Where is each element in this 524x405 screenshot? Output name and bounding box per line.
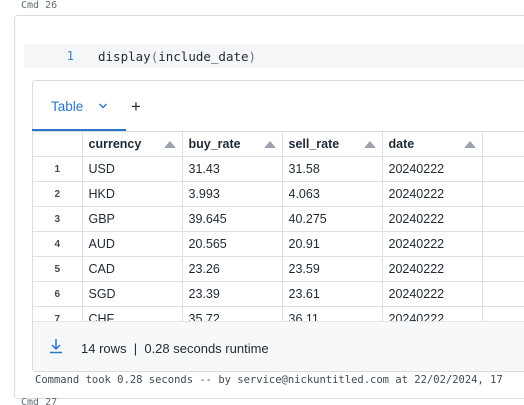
code-line[interactable]: display(include_date) — [98, 49, 256, 64]
table-header-row: currency buy_rate sell_rate date — [33, 132, 524, 157]
table-row[interactable]: 2 HKD 3.993 4.063 20240222 — [33, 181, 524, 207]
cell-label: Cmd 26 — [21, 0, 58, 11]
table-cell-currency[interactable]: USD — [82, 156, 183, 182]
results-table[interactable]: currency buy_rate sell_rate date 1 USD 31.… — [33, 131, 524, 322]
table-cell-currency[interactable]: GBP — [82, 206, 183, 232]
column-header-label: buy_rate — [188, 137, 241, 151]
table-cell-currency[interactable]: CAD — [82, 256, 183, 282]
table-row[interactable]: 1 USD 31.43 31.58 20240222 — [33, 156, 524, 182]
row-filler — [482, 256, 524, 282]
table-cell-currency[interactable]: HKD — [82, 181, 183, 207]
command-status: Command took 0.28 seconds -- by service@… — [35, 374, 503, 386]
row-index: 2 — [33, 181, 83, 207]
table-row[interactable]: 6 SGD 23.39 23.61 20240222 — [33, 281, 524, 307]
row-filler — [482, 206, 524, 232]
table-cell-buy-rate[interactable]: 39.645 — [182, 206, 283, 232]
row-count-runtime: 14 rows | 0.28 seconds runtime — [81, 341, 269, 356]
table-row[interactable]: 7 CHF 35.72 36.11 20240222 — [33, 306, 524, 322]
table-cell-date[interactable]: 20240222 — [382, 156, 483, 182]
table-cell-sell-rate[interactable]: 31.58 — [282, 156, 383, 182]
row-filler — [482, 306, 524, 322]
row-index: 5 — [33, 256, 83, 282]
line-number: 1 — [66, 49, 74, 63]
row-filler — [482, 156, 524, 182]
table-cell-sell-rate[interactable]: 4.063 — [282, 181, 383, 207]
column-header-buy-rate[interactable]: buy_rate — [182, 132, 283, 157]
table-row[interactable]: 3 GBP 39.645 40.275 20240222 — [33, 206, 524, 232]
output-footer: 14 rows | 0.28 seconds runtime — [33, 321, 524, 371]
download-icon[interactable] — [49, 338, 63, 354]
column-header-label: currency — [88, 137, 142, 151]
row-filler — [482, 281, 524, 307]
table-cell-date[interactable]: 20240222 — [382, 306, 483, 322]
chevron-down-icon[interactable] — [98, 101, 108, 111]
table-cell-date[interactable]: 20240222 — [382, 231, 483, 257]
table-cell-buy-rate[interactable]: 3.993 — [182, 181, 283, 207]
code-argument: include_date — [158, 49, 249, 64]
tab-table-label: Table — [51, 99, 84, 114]
add-tab-icon[interactable]: + — [131, 97, 141, 117]
table-cell-sell-rate[interactable]: 36.11 — [282, 306, 383, 322]
header-filler — [482, 132, 524, 157]
table-cell-currency[interactable]: SGD — [82, 281, 183, 307]
code-close-paren: ) — [248, 49, 257, 64]
table-cell-date[interactable]: 20240222 — [382, 256, 483, 282]
row-index: 4 — [33, 231, 83, 257]
column-header-sell-rate[interactable]: sell_rate — [282, 132, 383, 157]
table-cell-buy-rate[interactable]: 31.43 — [182, 156, 283, 182]
row-index: 6 — [33, 281, 83, 307]
column-header-label: date — [388, 137, 415, 151]
table-cell-buy-rate[interactable]: 20.565 — [182, 231, 283, 257]
sort-icon[interactable] — [163, 141, 176, 148]
sort-icon[interactable] — [463, 141, 476, 148]
tab-table[interactable]: Table — [32, 80, 126, 131]
results-grid: currency buy_rate sell_rate date 1 USD 31.… — [33, 132, 524, 322]
table-row[interactable]: 5 CAD 23.26 23.59 20240222 — [33, 256, 524, 282]
row-index-header — [33, 132, 83, 157]
row-index: 3 — [33, 206, 83, 232]
table-cell-date[interactable]: 20240222 — [382, 206, 483, 232]
sort-icon[interactable] — [363, 141, 376, 148]
table-row[interactable]: 4 AUD 20.565 20.91 20240222 — [33, 231, 524, 257]
table-cell-sell-rate[interactable]: 23.59 — [282, 256, 383, 282]
table-cell-buy-rate[interactable]: 23.26 — [182, 256, 283, 282]
row-index: 7 — [33, 306, 83, 322]
row-filler — [482, 231, 524, 257]
column-header-date[interactable]: date — [382, 132, 483, 157]
table-cell-sell-rate[interactable]: 40.275 — [282, 206, 383, 232]
table-cell-buy-rate[interactable]: 35.72 — [182, 306, 283, 322]
column-header-currency[interactable]: currency — [82, 132, 183, 157]
next-cell-label: Cmd 27 — [21, 398, 58, 405]
table-cell-date[interactable]: 20240222 — [382, 181, 483, 207]
row-filler — [482, 181, 524, 207]
table-cell-currency[interactable]: CHF — [82, 306, 183, 322]
table-cell-sell-rate[interactable]: 20.91 — [282, 231, 383, 257]
output-tab-bar: Table + — [32, 80, 524, 131]
column-header-label: sell_rate — [288, 137, 340, 151]
sort-icon[interactable] — [263, 141, 276, 148]
table-cell-currency[interactable]: AUD — [82, 231, 183, 257]
table-cell-date[interactable]: 20240222 — [382, 281, 483, 307]
table-cell-sell-rate[interactable]: 23.61 — [282, 281, 383, 307]
row-index: 1 — [33, 156, 83, 182]
table-cell-buy-rate[interactable]: 23.39 — [182, 281, 283, 307]
code-function: display — [98, 49, 151, 64]
